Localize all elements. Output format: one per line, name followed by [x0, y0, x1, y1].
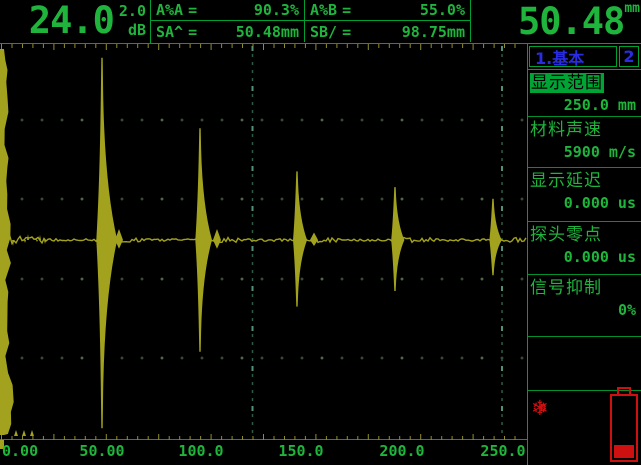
battery-fill	[614, 445, 634, 458]
axis-tick-250: 250.0	[480, 442, 525, 460]
battery-icon	[610, 387, 638, 462]
battery-body	[610, 394, 638, 462]
meas-cell-sa: SA^ = 50.48mm	[151, 21, 305, 42]
axis-tick-150: 150.0	[278, 442, 323, 460]
sidebar-item-probe-zero[interactable]: 探头零点 0.000 us	[528, 222, 641, 275]
rejection-value: 0%	[530, 301, 639, 319]
tab-page-2[interactable]: 2	[619, 46, 639, 67]
primary-reading: 50.48 mm	[471, 0, 641, 43]
edge-ticks	[2, 44, 516, 440]
meas-cell-sb: SB/ = 98.75mm	[305, 21, 471, 42]
display-range-label: 显示范围	[530, 73, 604, 93]
material-velocity-value: 5900 m/s	[530, 143, 639, 161]
baseline-trace	[0, 234, 526, 436]
axis-tick-0: 0.00	[2, 442, 38, 460]
sidebar-item-rejection[interactable]: 信号抑制 0%	[528, 275, 641, 337]
axis-tick-50: 50.00	[79, 442, 124, 460]
sidebar-item-display-delay[interactable]: 显示延迟 0.000 us	[528, 168, 641, 222]
display-delay-value: 0.000 us	[530, 194, 639, 212]
meas-cell-a-percent-b: A%B = 55.0%	[305, 0, 471, 21]
material-velocity-label: 材料声速	[530, 120, 639, 141]
gain-unit: dB	[128, 21, 146, 40]
waveform-svg	[0, 44, 527, 440]
primary-reading-value: 50.48	[518, 0, 624, 43]
gain-readout: 24.0 2.0 dB	[0, 0, 150, 43]
axis-tick-100: 100.0	[178, 442, 223, 460]
menu-tab-bar: 1.基本 2	[528, 44, 641, 70]
meas-cell-a-percent-a: A%A = 90.3%	[151, 0, 305, 21]
gain-step: 2.0	[119, 2, 146, 21]
x-axis: 0.00 50.00 100.0 150.0 200.0 250.0	[0, 440, 527, 464]
top-status-bar: 24.0 2.0 dB A%A = 90.3% A%B = 55.0% SA^ …	[0, 0, 641, 44]
measurement-table: A%A = 90.3% A%B = 55.0% SA^ = 50.48mm SB…	[150, 0, 471, 43]
sidebar-item-display-range[interactable]: 显示范围 250.0 mm	[528, 70, 641, 117]
probe-zero-label: 探头零点	[530, 225, 639, 246]
ascan-plot	[0, 44, 527, 440]
freeze-icon: ❄ B	[531, 395, 559, 423]
freeze-letter: B	[540, 403, 546, 414]
probe-zero-value: 0.000 us	[530, 248, 639, 266]
display-delay-label: 显示延迟	[530, 171, 639, 192]
display-range-value: 250.0 mm	[530, 96, 639, 114]
echo-group	[96, 58, 502, 429]
menu-sidebar: 1.基本 2 显示范围 250.0 mm 材料声速 5900 m/s 显示延迟 …	[527, 44, 641, 465]
sidebar-item-material-velocity[interactable]: 材料声速 5900 m/s	[528, 117, 641, 168]
gain-value: 24.0	[29, 0, 114, 42]
axis-tick-200: 200.0	[379, 442, 424, 460]
tab-basic[interactable]: 1.基本	[529, 46, 617, 67]
flaw-detector-screen: 24.0 2.0 dB A%A = 90.3% A%B = 55.0% SA^ …	[0, 0, 641, 465]
status-icon-area: ❄ B	[528, 391, 641, 465]
battery-terminal	[617, 387, 631, 394]
rejection-label: 信号抑制	[530, 278, 639, 299]
primary-reading-unit: mm	[624, 1, 640, 16]
sidebar-empty-slot	[528, 337, 641, 391]
